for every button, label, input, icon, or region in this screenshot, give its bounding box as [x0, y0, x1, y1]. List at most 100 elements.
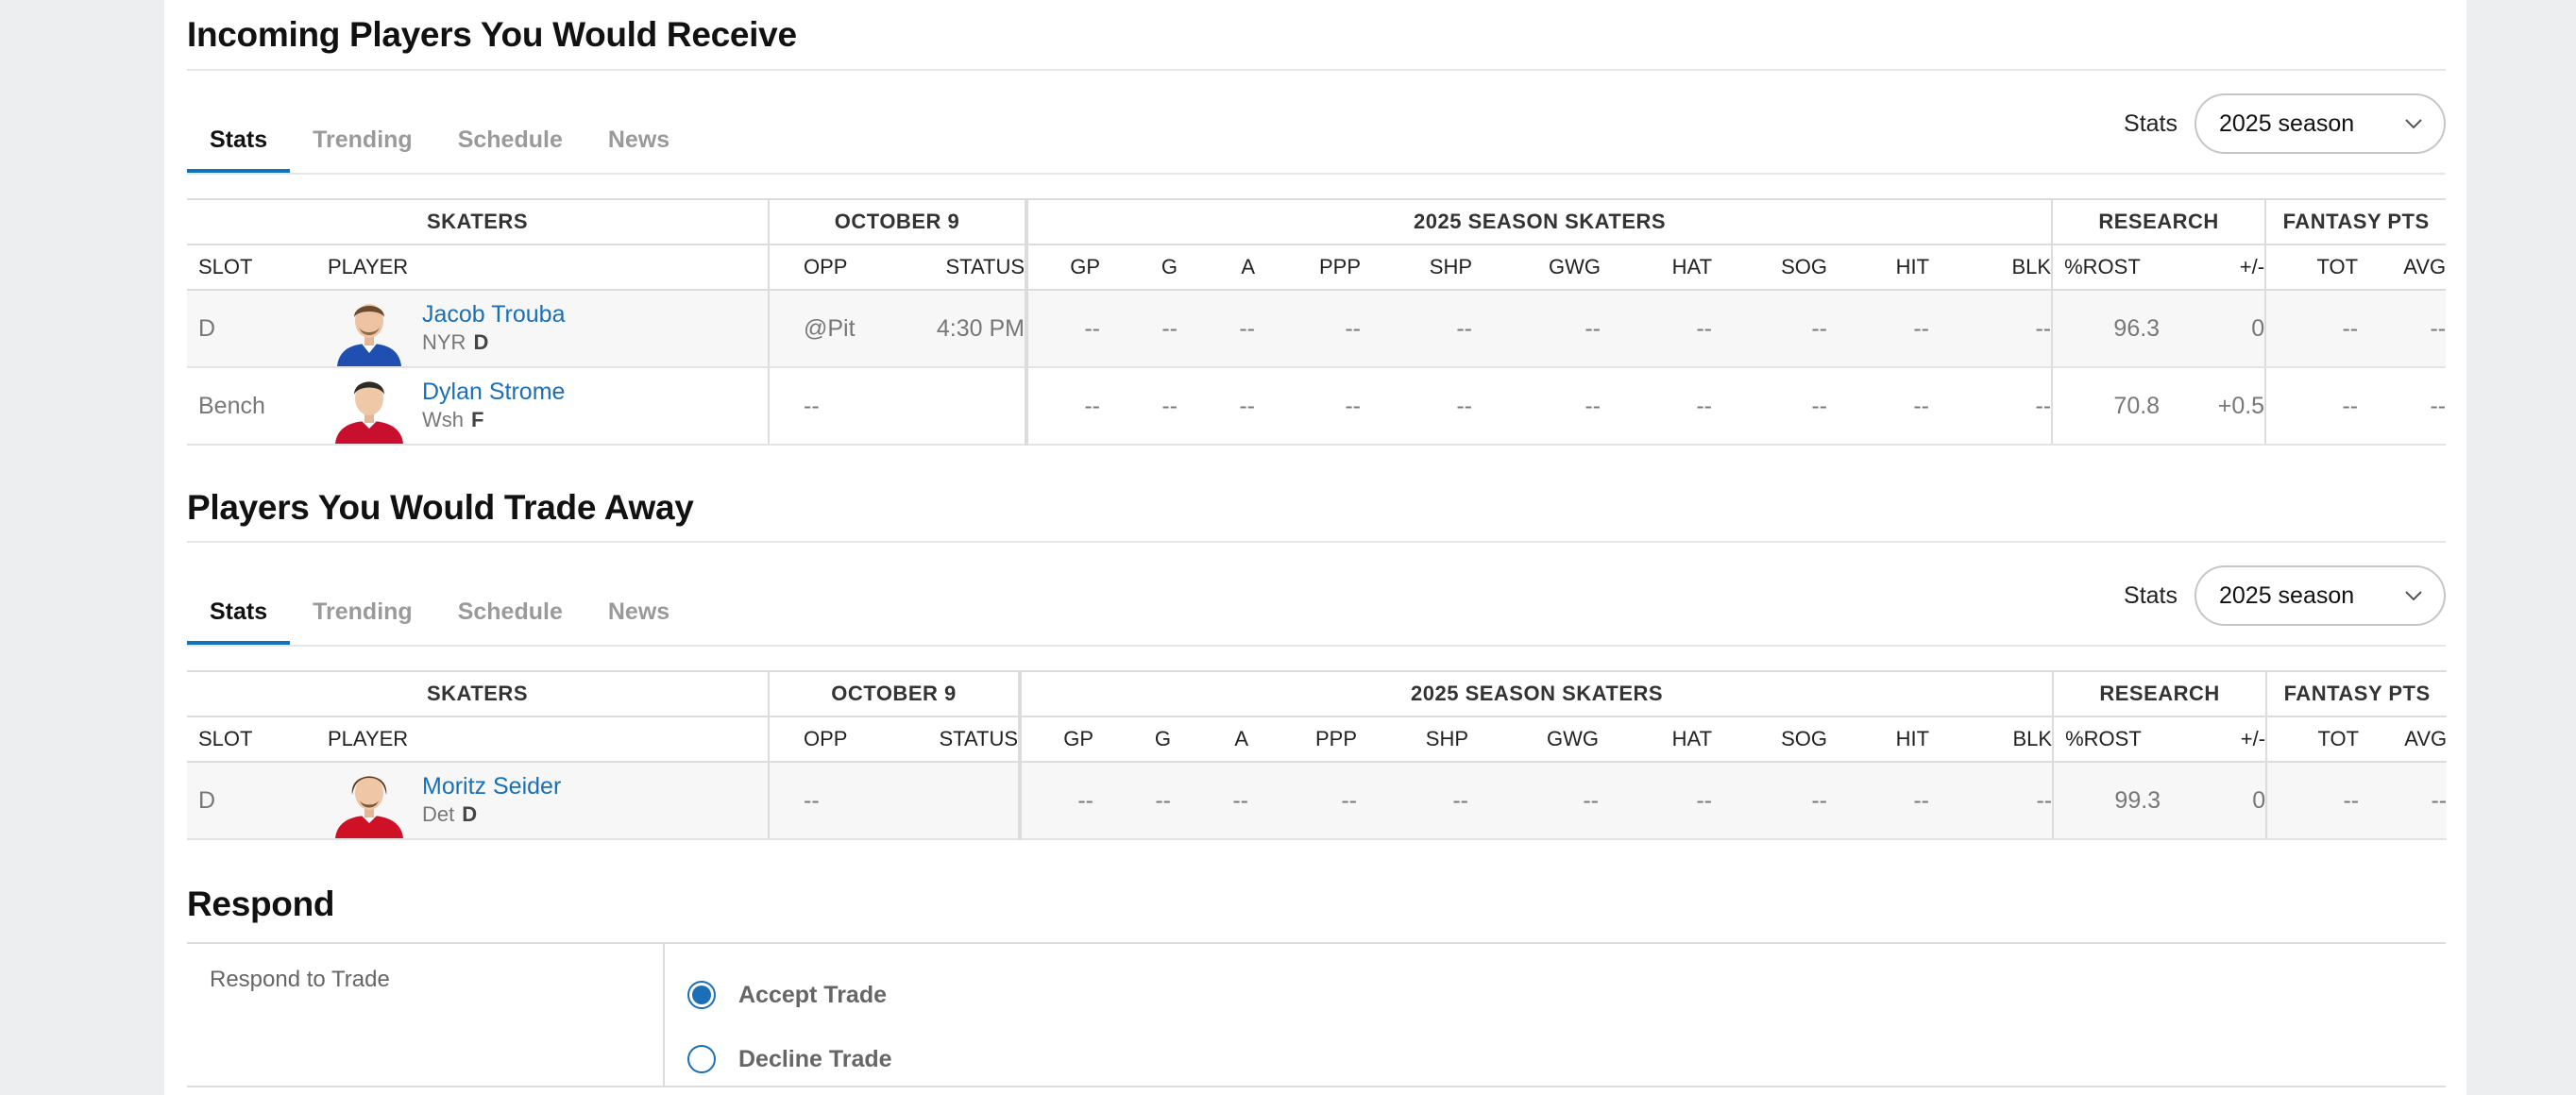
respond-label: Respond to Trade [187, 944, 665, 1086]
col-plusminus: +/- [2161, 716, 2267, 763]
outgoing-title: Players You Would Trade Away [187, 488, 694, 527]
col-gwg: GWG [1468, 716, 1600, 763]
stat-cell: -- [1929, 367, 2053, 446]
accept-trade-option[interactable]: Accept Trade [687, 963, 892, 1027]
incoming-section: Incoming Players You Would Receive Stats… [187, 0, 2447, 446]
tab-schedule[interactable]: Schedule [435, 126, 585, 173]
col-g: G [1093, 716, 1172, 763]
player-position: F [471, 408, 484, 431]
outgoing-tabbar: Stats Trending Schedule News Stats 2025 … [187, 543, 2446, 645]
tot-cell: -- [2264, 367, 2359, 446]
stat-cell: -- [1178, 290, 1256, 368]
slot-cell: D [187, 290, 316, 368]
col-tot: TOT [2264, 244, 2359, 291]
stat-cell: -- [1171, 762, 1249, 840]
status-cell[interactable]: 4:30 PM [894, 290, 1027, 368]
col-status: STATUS [894, 244, 1027, 291]
col-plusminus: +/- [2160, 244, 2266, 291]
col-player: PLAYER [316, 716, 769, 763]
stat-cell: -- [1472, 290, 1602, 368]
tab-stats[interactable]: Stats [187, 126, 291, 173]
group-skaters: SKATERS [187, 670, 769, 717]
chevron-down-icon [2404, 118, 2423, 129]
col-blk: BLK [1929, 716, 2054, 763]
col-shp: SHP [1361, 244, 1473, 291]
incoming-tabbar: Stats Trending Schedule News Stats 2025 … [187, 71, 2446, 173]
player-meta: Wsh F [422, 406, 565, 434]
stats-filter-label: Stats [2124, 110, 2178, 137]
group-fantasy: FANTASY PTS [2265, 670, 2448, 717]
avg-cell: -- [2358, 290, 2447, 368]
col-g: G [1100, 244, 1178, 291]
stat-cell: -- [1827, 290, 1930, 368]
player-name-link[interactable]: Dylan Strome [422, 378, 565, 406]
chevron-down-icon [2404, 590, 2423, 601]
col-avg: AVG [2359, 716, 2448, 763]
col-avg: AVG [2358, 244, 2447, 291]
group-fantasy: FANTASY PTS [2264, 198, 2447, 245]
stat-cell: -- [1178, 367, 1256, 446]
group-date: OCTOBER 9 [767, 198, 1027, 245]
avg-cell: -- [2359, 762, 2448, 840]
rost-cell: 96.3 [2051, 290, 2161, 368]
stat-cell: -- [1601, 367, 1713, 446]
col-gwg: GWG [1472, 244, 1602, 291]
opp-cell[interactable]: @Pit [768, 290, 894, 368]
col-hat: HAT [1601, 244, 1713, 291]
incoming-title: Incoming Players You Would Receive [187, 14, 797, 54]
stats-filter-label: Stats [2124, 581, 2178, 609]
tab-news[interactable]: News [585, 598, 692, 645]
season-select-value: 2025 season [2219, 581, 2355, 609]
col-hit: HIT [1827, 716, 1930, 763]
stat-cell: -- [1468, 762, 1600, 840]
tab-schedule[interactable]: Schedule [435, 598, 585, 645]
col-player: PLAYER [316, 244, 769, 291]
decline-trade-option[interactable]: Decline Trade [687, 1027, 892, 1091]
radio-unselected-icon[interactable] [687, 1045, 716, 1073]
col-shp: SHP [1357, 716, 1469, 763]
player-position: D [462, 802, 478, 826]
player-team: Wsh [422, 408, 464, 431]
table-row: D Jacob Trouba NYR D @Pit 4:30 PM -- -- … [187, 290, 2447, 368]
col-blk: BLK [1929, 244, 2053, 291]
player-cell: Moritz Seider Det D [316, 762, 769, 840]
tab-stats[interactable]: Stats [187, 598, 291, 645]
tab-news[interactable]: News [585, 126, 692, 173]
radio-selected-icon[interactable] [687, 981, 716, 1009]
tab-trending[interactable]: Trending [290, 598, 435, 645]
tab-trending[interactable]: Trending [290, 126, 435, 173]
stat-cell: -- [1100, 367, 1178, 446]
table-row: Bench Dylan Strome Wsh F -- -- -- -- -- … [187, 367, 2447, 446]
decline-trade-label: Decline Trade [738, 1045, 892, 1072]
group-season: 2025 SEASON SKATERS [1018, 670, 2054, 717]
respond-title: Respond [187, 884, 335, 923]
stat-cell: -- [1712, 762, 1828, 840]
stat-cell: -- [1248, 762, 1358, 840]
avg-cell: -- [2358, 367, 2447, 446]
stat-cell: -- [1827, 762, 1930, 840]
plusminus-cell: +0.5 [2160, 367, 2266, 446]
stat-cell: -- [1601, 290, 1713, 368]
plusminus-cell: 0 [2160, 290, 2266, 368]
season-select[interactable]: 2025 season [2195, 565, 2446, 626]
col-slot: SLOT [187, 716, 316, 763]
stat-cell: -- [1827, 367, 1930, 446]
opp-cell: -- [768, 367, 894, 446]
stat-cell: -- [1357, 762, 1469, 840]
col-opp: OPP [768, 716, 894, 763]
player-cell: Dylan Strome Wsh F [316, 367, 769, 446]
player-cell: Jacob Trouba NYR D [316, 290, 769, 368]
stat-cell: -- [1929, 290, 2053, 368]
col-gp: GP [1018, 716, 1094, 763]
player-name-link[interactable]: Moritz Seider [422, 772, 561, 800]
player-meta: Det D [422, 800, 561, 829]
player-name-link[interactable]: Jacob Trouba [422, 300, 566, 328]
stat-cell: -- [1018, 762, 1094, 840]
stat-cell: -- [1361, 367, 1473, 446]
col-opp: OPP [768, 244, 894, 291]
outgoing-section: Players You Would Trade Away Stats Trend… [187, 475, 2448, 840]
season-select[interactable]: 2025 season [2195, 93, 2446, 154]
tot-cell: -- [2264, 290, 2359, 368]
player-headshot [335, 776, 403, 838]
col-rost: %ROST [2051, 244, 2161, 291]
